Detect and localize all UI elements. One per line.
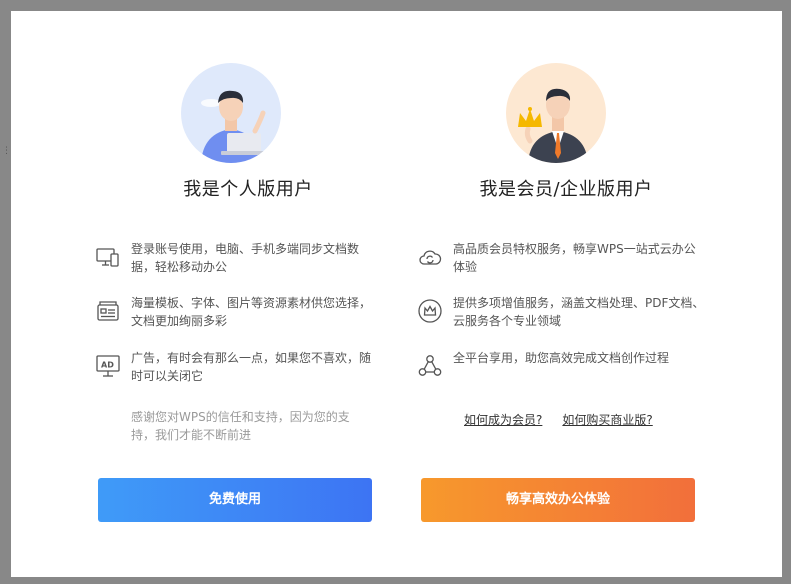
- feature-text: 广告，有时会有那么一点，如果您不喜欢，随时可以关闭它: [131, 351, 372, 383]
- feature-item: 登录账号使用，电脑、手机多端同步文档数据，轻松移动办公: [95, 240, 375, 280]
- help-links: 如何成为会员? 如何购买商业版?: [464, 411, 673, 428]
- svg-text:AD: AD: [101, 361, 114, 370]
- feature-item: 提供多项增值服务，涵盖文档处理、PDF文档、云服务各个专业领域: [417, 294, 707, 334]
- personal-user-illustration: [181, 63, 281, 163]
- feature-text: 全平台享用，助您高效完成文档创作过程: [453, 351, 670, 365]
- buy-business-link[interactable]: 如何购买商业版?: [562, 413, 652, 427]
- crown-badge-icon: [417, 298, 443, 324]
- feature-item: 高品质会员特权服务，畅享WPS一站式云办公体验: [417, 240, 707, 280]
- feature-text: 登录账号使用，电脑、手机多端同步文档数据，轻松移动办公: [131, 242, 360, 274]
- enterprise-column: 我是会员/企业版用户 高品质会员特权服务，畅享WPS一站式云办公体验 提供多项增…: [391, 11, 771, 577]
- feature-text: 提供多项增值服务，涵盖文档处理、PDF文档、云服务各个专业领域: [453, 296, 705, 328]
- feature-item: AD 广告，有时会有那么一点，如果您不喜欢，随时可以关闭它: [95, 349, 375, 389]
- feature-item: 海量模板、字体、图片等资源素材供您选择，文档更加绚丽多彩: [95, 294, 375, 334]
- free-use-button[interactable]: 免费使用: [98, 478, 372, 522]
- personal-column: 我是个人版用户 登录账号使用，电脑、手机多端同步文档数据，轻松移动办公 海量模板…: [11, 11, 391, 577]
- feature-text: 高品质会员特权服务，畅享WPS一站式云办公体验: [453, 242, 696, 274]
- ad-icon: AD: [95, 353, 121, 379]
- template-library-icon: [95, 298, 121, 324]
- enterprise-user-illustration: [506, 63, 606, 163]
- devices-sync-icon: [95, 244, 121, 270]
- enterprise-title: 我是会员/企业版用户: [479, 179, 653, 200]
- network-nodes-icon: [417, 353, 443, 379]
- thanks-note: 感谢您对WPS的信任和支持，因为您的支持，我们才能不断前进: [131, 410, 350, 442]
- pro-experience-button[interactable]: 畅享高效办公体验: [421, 478, 695, 522]
- become-member-link[interactable]: 如何成为会员?: [464, 413, 542, 427]
- cloud-service-icon: [417, 244, 443, 270]
- feature-item: 全平台享用，助您高效完成文档创作过程: [417, 349, 707, 389]
- account-type-dialog: 我是个人版用户 登录账号使用，电脑、手机多端同步文档数据，轻松移动办公 海量模板…: [11, 11, 782, 577]
- feature-text: 海量模板、字体、图片等资源素材供您选择，文档更加绚丽多彩: [131, 296, 372, 328]
- drag-handle-icon[interactable]: ⋮: [2, 147, 11, 156]
